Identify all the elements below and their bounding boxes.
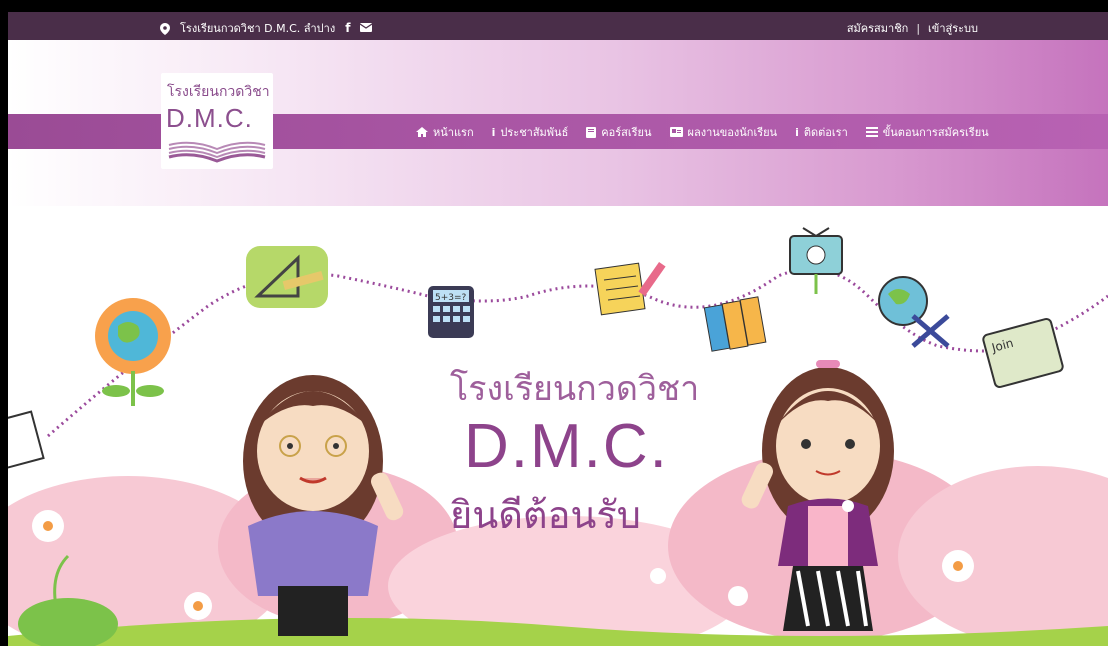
nav-home-label: หน้าแรก <box>433 126 474 139</box>
info-icon: i <box>491 125 496 139</box>
logo-dmc-text: D.M.C. <box>166 103 253 133</box>
open-book-icon <box>168 141 266 163</box>
facebook-icon[interactable]: f <box>345 21 350 35</box>
main-nav: หน้าแรก i ประชาสัมพันธ์ คอร์สเรียน ผลงาน… <box>416 123 989 141</box>
nav-contact-label: ติดต่อเรา <box>803 126 848 139</box>
page: โรงเรียนกวดวิชา D.M.C. ลำปาง f สมัครสมาช… <box>8 12 1108 646</box>
logo-thai-text: โรงเรียนกวดวิชา <box>167 84 270 100</box>
nav-news[interactable]: i ประชาสัมพันธ์ <box>492 123 569 141</box>
top-bar: โรงเรียนกวดวิชา D.M.C. ลำปาง f สมัครสมาช… <box>8 12 1108 40</box>
top-bar-left: โรงเรียนกวดวิชา D.M.C. ลำปาง f <box>160 19 373 37</box>
separator: | <box>916 21 921 35</box>
nav-news-label: ประชาสัมพันธ์ <box>500 126 569 139</box>
map-pin-icon <box>160 23 170 35</box>
calculator-display-text: 5+3=? <box>435 293 467 303</box>
list-icon <box>865 127 878 137</box>
nav-courses[interactable]: คอร์สเรียน <box>586 123 652 141</box>
nav-courses-label: คอร์สเรียน <box>601 126 652 139</box>
nav-student-works[interactable]: ผลงานของนักเรียน <box>669 123 778 141</box>
nav-enroll-steps[interactable]: ขั้นตอนการสมัครเรียน <box>865 123 989 141</box>
hero-title-welcome: ยินดีต้อนรับ <box>450 493 641 537</box>
hero-banner: 5+3=? Join โรงเรียนกวดวิชา D.M.C. ยินดีต… <box>8 206 1108 646</box>
nav-enroll-steps-label: ขั้นตอนการสมัครเรียน <box>882 126 989 139</box>
site-logo[interactable]: โรงเรียนกวดวิชา D.M.C. <box>161 73 273 169</box>
school-location-text: โรงเรียนกวดวิชา D.M.C. ลำปาง <box>180 22 336 35</box>
login-link[interactable]: เข้าสู่ระบบ <box>928 19 978 37</box>
register-link[interactable]: สมัครสมาชิก <box>847 19 909 37</box>
nav-student-works-label: ผลงานของนักเรียน <box>687 126 778 139</box>
hero-title-school: โรงเรียนกวดวิชา <box>450 369 700 409</box>
mail-icon[interactable] <box>360 22 373 35</box>
nav-home[interactable]: หน้าแรก <box>416 123 474 141</box>
nav-contact[interactable]: i ติดต่อเรา <box>795 123 848 141</box>
hero-title-dmc: D.M.C. <box>464 412 669 481</box>
top-bar-right: สมัครสมาชิก | เข้าสู่ระบบ <box>847 19 978 37</box>
globe-flower <box>95 298 171 406</box>
site-header: โรงเรียนกวดวิชา D.M.C. หน้าแรก i ประชาสั… <box>8 40 1108 206</box>
book-icon <box>586 126 597 138</box>
card-icon <box>669 127 683 137</box>
info-icon: i <box>795 125 799 139</box>
home-icon <box>416 127 428 137</box>
